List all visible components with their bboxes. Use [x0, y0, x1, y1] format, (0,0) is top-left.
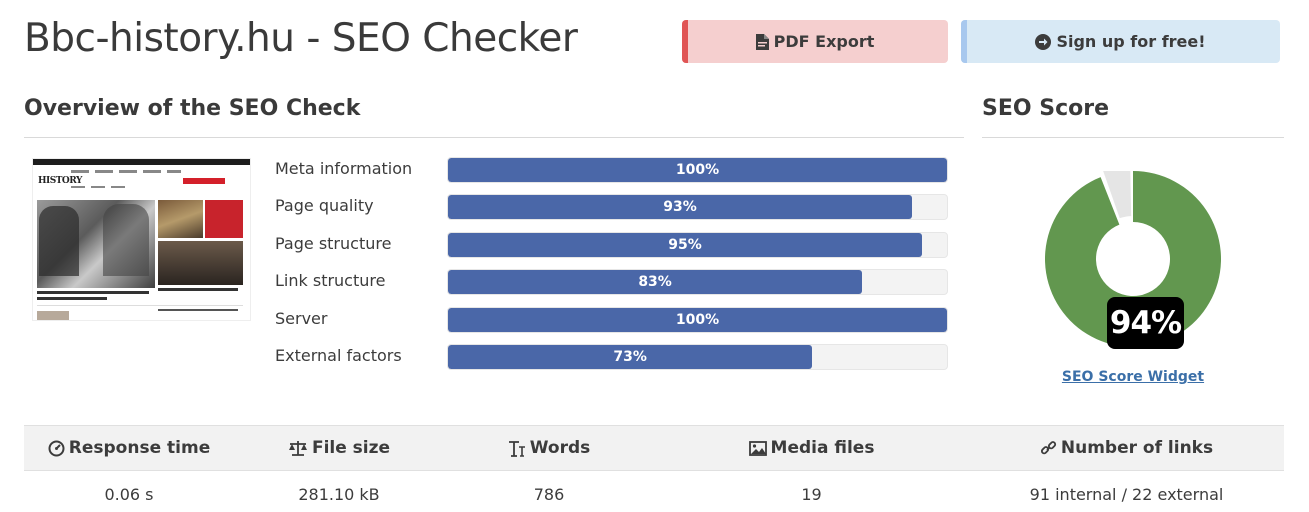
bar-row-server: Server 100%: [275, 307, 948, 333]
bar-value: 73%: [613, 349, 647, 365]
progress-fill: 83%: [448, 270, 863, 294]
signup-label: Sign up for free!: [1056, 32, 1206, 51]
stat-title-words: Words: [444, 438, 654, 458]
progress-fill: 100%: [448, 308, 947, 332]
progress-fill: 95%: [448, 233, 923, 257]
progress-fill: 93%: [448, 195, 913, 219]
bar-label: Link structure: [275, 271, 386, 290]
stat-title-text: Number of links: [1060, 438, 1214, 458]
gauge-icon: [48, 440, 65, 457]
bar-label: Meta information: [275, 159, 413, 178]
progress-track: 100%: [447, 307, 948, 333]
bar-row-page-quality: Page quality 93%: [275, 194, 948, 220]
signup-button[interactable]: Sign up for free!: [961, 20, 1280, 63]
pdf-export-label: PDF Export: [773, 32, 875, 51]
progress-track: 83%: [447, 269, 948, 295]
stat-title-number-of-links: Number of links: [969, 438, 1284, 458]
text-height-icon: [508, 440, 526, 457]
bar-row-link-structure: Link structure 83%: [275, 269, 948, 295]
signup-accent: [961, 20, 967, 63]
bar-row-meta-information: Meta information 100%: [275, 157, 948, 183]
stat-title-text: Response time: [68, 438, 211, 458]
stat-title-file-size: File size: [234, 438, 444, 458]
bar-value: 100%: [675, 312, 720, 328]
bar-label: External factors: [275, 346, 402, 365]
bar-value: 100%: [675, 162, 720, 178]
overview-title: Overview of the SEO Check: [24, 96, 361, 121]
bar-row-external-factors: External factors 73%: [275, 344, 948, 370]
stat-title-response-time: Response time: [24, 438, 234, 458]
bar-value: 93%: [663, 199, 697, 215]
bar-value: 83%: [638, 274, 672, 290]
seo-score-title: SEO Score: [982, 96, 1110, 121]
bar-row-page-structure: Page structure 95%: [275, 232, 948, 258]
progress-track: 93%: [447, 194, 948, 220]
file-pdf-icon: [755, 33, 769, 50]
stat-title-text: Words: [529, 438, 591, 458]
stat-value-words: 786: [533, 485, 565, 504]
arrow-circle-right-icon: [1035, 33, 1052, 50]
bar-label: Server: [275, 309, 328, 328]
page-title: Bbc-history.hu - SEO Checker: [24, 16, 578, 61]
progress-fill: 100%: [448, 158, 947, 182]
stat-title-text: File size: [311, 438, 391, 458]
pdf-export-button[interactable]: PDF Export: [682, 20, 948, 63]
progress-track: 100%: [447, 157, 948, 183]
image-icon: [748, 440, 767, 456]
score-divider: [982, 137, 1284, 138]
overview-divider: [24, 137, 964, 138]
bar-label: Page quality: [275, 196, 374, 215]
stat-title-media-files: Media files: [654, 438, 969, 458]
website-screenshot-thumbnail: HISTORY: [32, 158, 251, 321]
progress-fill: 73%: [448, 345, 813, 369]
link-icon: [1040, 440, 1057, 457]
stat-value-number-of-links: 91 internal / 22 external: [1029, 485, 1224, 504]
scale-icon: [288, 440, 308, 457]
progress-track: 73%: [447, 344, 948, 370]
progress-track: 95%: [447, 232, 948, 258]
bar-value: 95%: [668, 237, 702, 253]
stat-value-response-time: 0.06 s: [104, 485, 154, 504]
pdf-export-accent: [682, 20, 688, 63]
bar-label: Page structure: [275, 234, 392, 253]
seo-score-widget-link[interactable]: SEO Score Widget: [982, 369, 1284, 385]
stat-value-media-files: 19: [801, 485, 822, 504]
stat-value-file-size: 281.10 kB: [298, 485, 380, 504]
seo-score-value: 94%: [1107, 297, 1184, 349]
stat-title-text: Media files: [770, 438, 875, 458]
